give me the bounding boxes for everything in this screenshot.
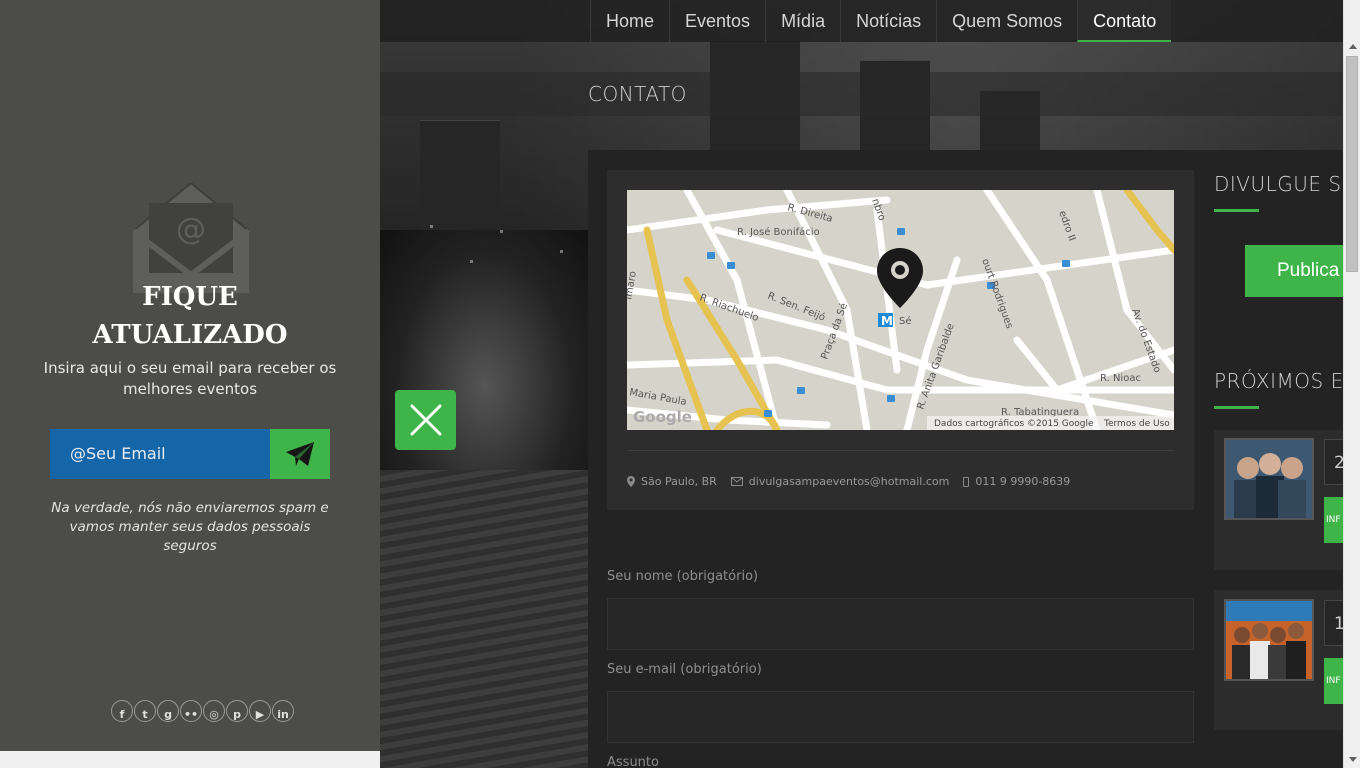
event-date: 2 bbox=[1324, 439, 1343, 485]
map-terms: Termos de Uso bbox=[1103, 419, 1170, 429]
event-info-button[interactable]: INF bbox=[1324, 497, 1343, 543]
envelope-at-icon: @ bbox=[133, 183, 249, 293]
newsletter-send-button[interactable] bbox=[270, 429, 330, 479]
nav-noticias[interactable]: Notícias bbox=[840, 0, 936, 42]
scroll-down-arrow[interactable] bbox=[1344, 751, 1360, 768]
contact-phone: 011 9 9990-8639 bbox=[975, 475, 1071, 488]
flickr-icon[interactable]: •• bbox=[180, 700, 202, 722]
name-label: Seu nome (obrigatório) bbox=[607, 569, 759, 584]
twitter-icon[interactable]: t bbox=[134, 700, 156, 722]
event-image bbox=[1226, 601, 1312, 679]
pinterest-icon[interactable]: p bbox=[226, 700, 248, 722]
map-separator bbox=[627, 450, 1174, 451]
contact-location: São Paulo, BR bbox=[641, 475, 717, 488]
scroll-up-arrow[interactable] bbox=[1344, 38, 1360, 55]
social-links: f t g •• ◎ p ▶ in bbox=[111, 700, 294, 722]
contact-email[interactable]: divulgasampaeventos@hotmail.com bbox=[749, 475, 950, 488]
close-icon bbox=[410, 404, 441, 436]
left-panel-strip bbox=[0, 751, 380, 768]
scrollbar-thumb[interactable] bbox=[1346, 56, 1358, 272]
newsletter-subtitle: Insira aqui o seu email para receber os … bbox=[43, 359, 337, 398]
name-input[interactable] bbox=[607, 598, 1194, 650]
close-panel-button[interactable] bbox=[395, 390, 456, 450]
linkedin-icon[interactable]: in bbox=[272, 700, 294, 722]
event-date: 1 bbox=[1324, 600, 1343, 646]
page-title-bar bbox=[380, 72, 1343, 116]
nav-eventos[interactable]: Eventos bbox=[669, 0, 765, 42]
mobile-phone-icon bbox=[963, 476, 970, 487]
publica-button[interactable]: Publica bbox=[1245, 245, 1343, 297]
page-scrollbar[interactable] bbox=[1343, 0, 1360, 768]
chevron-up-icon bbox=[1348, 44, 1357, 49]
email-label: Seu e-mail (obrigatório) bbox=[607, 662, 762, 677]
divulgue-underline bbox=[1214, 209, 1259, 212]
svg-text:@: @ bbox=[176, 212, 206, 247]
divulgue-title: DIVULGUE SE bbox=[1214, 172, 1355, 196]
proximos-underline bbox=[1214, 406, 1259, 409]
svg-text:R. Nioac: R. Nioac bbox=[1100, 373, 1141, 384]
svg-text:M: M bbox=[881, 314, 893, 328]
email-input[interactable] bbox=[607, 691, 1194, 743]
envelope-icon bbox=[730, 477, 743, 486]
instagram-icon[interactable]: ◎ bbox=[203, 700, 225, 722]
nav-quem-somos[interactable]: Quem Somos bbox=[936, 0, 1077, 42]
map-attribution: Dados cartográficos ©2015 Google bbox=[934, 419, 1094, 429]
event-thumbnail[interactable] bbox=[1224, 599, 1314, 681]
chevron-down-icon bbox=[1348, 757, 1357, 762]
nav-contato[interactable]: Contato bbox=[1077, 0, 1172, 42]
subject-label: Assunto bbox=[607, 755, 659, 768]
nav-midia[interactable]: Mídia bbox=[765, 0, 840, 42]
newsletter-panel: @ FIQUE ATUALIZADO Insira aqui o seu ema… bbox=[0, 0, 380, 751]
google-map[interactable]: R. Direita R. José Bonifácio R. Riachuel… bbox=[627, 190, 1174, 430]
google-logo: Google bbox=[633, 408, 692, 426]
event-info-button[interactable]: INF bbox=[1324, 658, 1343, 704]
map-graphic: R. Direita R. José Bonifácio R. Riachuel… bbox=[627, 190, 1174, 430]
location-pin-icon bbox=[627, 476, 635, 487]
page-title: CONTATO bbox=[588, 82, 687, 106]
newsletter-spam-note: Na verdade, nós não enviaremos spam e va… bbox=[51, 500, 329, 554]
svg-text:Sé: Sé bbox=[899, 315, 912, 327]
proximos-title: PRÓXIMOS E bbox=[1214, 369, 1344, 393]
paper-plane-icon bbox=[286, 442, 314, 466]
newsletter-title: FIQUE ATUALIZADO bbox=[92, 282, 288, 350]
nav-home[interactable]: Home bbox=[590, 0, 669, 42]
youtube-icon[interactable]: ▶ bbox=[249, 700, 271, 722]
facebook-icon[interactable]: f bbox=[111, 700, 133, 722]
event-thumbnail[interactable] bbox=[1224, 438, 1314, 520]
google-plus-icon[interactable]: g bbox=[157, 700, 179, 722]
newsletter-email-input[interactable]: @Seu Email bbox=[50, 429, 270, 479]
contact-info: São Paulo, BR divulgasampaeventos@hotmai… bbox=[627, 475, 1070, 488]
main-nav: Home Eventos Mídia Notícias Quem Somos C… bbox=[380, 0, 1343, 42]
event-image bbox=[1226, 440, 1312, 518]
svg-text:R. José Bonifácio: R. José Bonifácio bbox=[737, 226, 820, 238]
